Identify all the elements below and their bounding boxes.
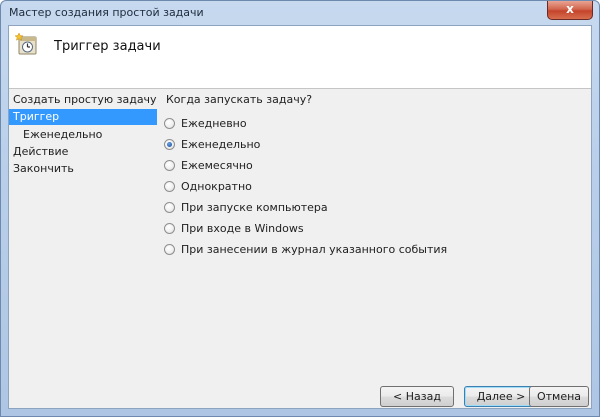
cancel-button[interactable]: Отмена <box>529 386 589 407</box>
page-title: Триггер задачи <box>54 39 161 54</box>
option-label: Еженедельно <box>181 137 261 151</box>
option-at-startup[interactable]: При запуске компьютера <box>164 199 328 215</box>
wizard-client: Триггер задачи Создать простую задачу Тр… <box>8 25 592 409</box>
option-label: Ежедневно <box>181 116 247 130</box>
nav-item-trigger[interactable]: Триггер <box>9 109 157 125</box>
wizard-steps-nav: Создать простую задачу Триггер Еженедель… <box>9 89 159 409</box>
nav-item-weekly[interactable]: Еженедельно <box>9 127 157 143</box>
wizard-window: Мастер создания простой задачи x Триггер… <box>0 0 600 417</box>
radio-button[interactable] <box>164 222 175 234</box>
nav-item-create-task[interactable]: Создать простую задачу <box>9 92 157 108</box>
radio-button[interactable] <box>164 117 175 129</box>
radio-button[interactable] <box>164 159 175 171</box>
option-label: При входе в Windows <box>181 221 304 235</box>
back-button[interactable]: < Назад <box>380 386 454 407</box>
option-label: Однократно <box>181 179 252 193</box>
option-daily[interactable]: Ежедневно <box>164 115 247 131</box>
option-at-logon[interactable]: При входе в Windows <box>164 220 304 236</box>
window-title: Мастер создания простой задачи <box>9 6 204 19</box>
option-monthly[interactable]: Ежемесячно <box>164 157 253 173</box>
close-icon: x <box>566 2 574 16</box>
wizard-header: Триггер задачи <box>9 26 591 89</box>
option-weekly[interactable]: Еженедельно <box>164 136 260 152</box>
next-button[interactable]: Далее > <box>464 386 538 407</box>
option-once[interactable]: Однократно <box>164 178 252 194</box>
option-label: При занесении в журнал указанного событи… <box>181 242 448 256</box>
question-label: Когда запускать задачу? <box>166 93 313 106</box>
option-on-event[interactable]: При занесении в журнал указанного событи… <box>164 241 447 257</box>
radio-button[interactable] <box>164 180 175 192</box>
radio-button[interactable] <box>164 201 175 213</box>
close-button[interactable]: x <box>547 1 593 20</box>
option-label: При запуске компьютера <box>181 200 328 214</box>
task-scheduler-icon <box>15 32 37 55</box>
title-bar[interactable]: Мастер создания простой задачи x <box>1 1 599 25</box>
radio-button[interactable] <box>164 243 175 255</box>
trigger-options: Когда запускать задачу? Ежедневно Еженед… <box>164 89 589 369</box>
nav-item-action[interactable]: Действие <box>9 144 157 160</box>
option-label: Ежемесячно <box>181 158 253 172</box>
nav-item-finish[interactable]: Закончить <box>9 161 157 177</box>
radio-button-checked[interactable] <box>164 138 175 150</box>
